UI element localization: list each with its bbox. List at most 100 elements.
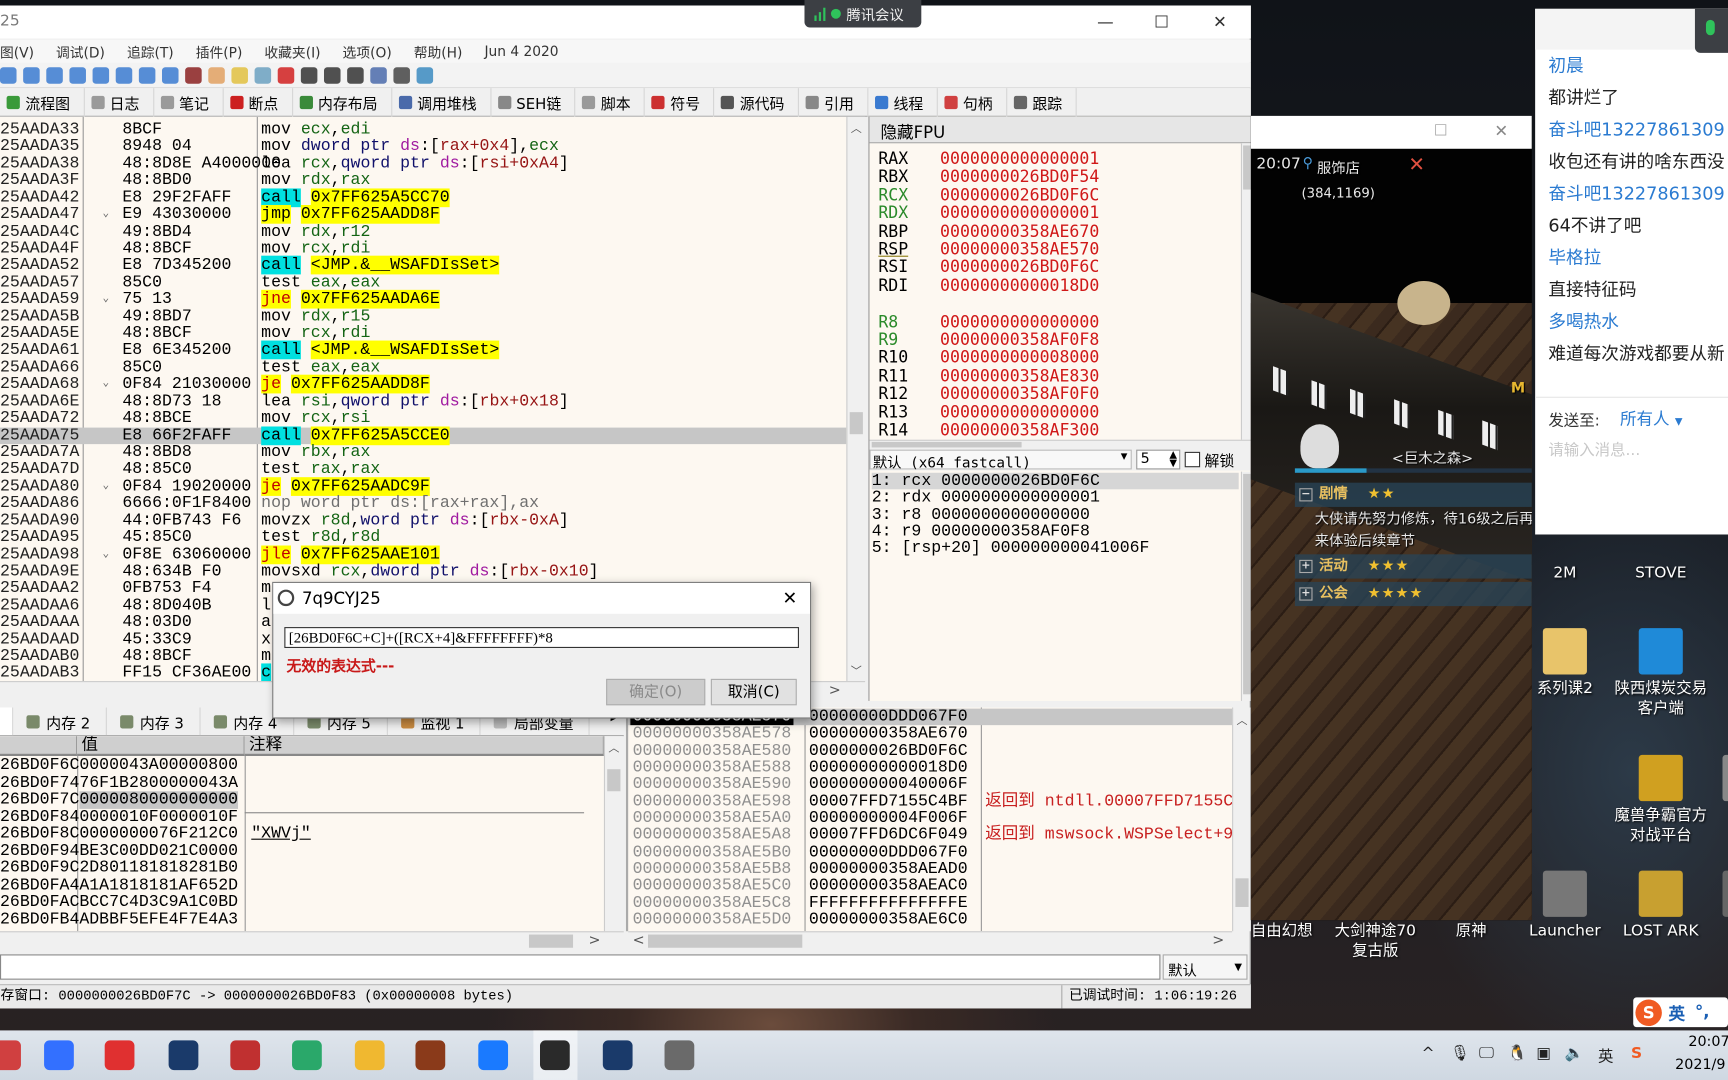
- stack-row[interactable]: 00000000358AE5D0 00000000358AE6C0: [628, 911, 1232, 928]
- desktop-icon[interactable]: 自由幻想: [1234, 871, 1329, 942]
- clock-date[interactable]: 2021/9: [1675, 1057, 1725, 1074]
- spinner-arrows-icon[interactable]: ▲ ▼: [1169, 450, 1177, 469]
- minimap-toggle[interactable]: M: [1511, 380, 1525, 397]
- ok-button[interactable]: 确定(O): [606, 678, 706, 706]
- register-value[interactable]: 00000000358AF300: [940, 420, 1099, 440]
- calling-convention-select[interactable]: 默认 (x64 fastcall) ▼: [869, 449, 1132, 472]
- register-row[interactable]: R9 00000000358AF0F8: [878, 330, 1099, 350]
- taskbar-button[interactable]: [98, 1030, 142, 1080]
- disasm-row[interactable]: 25AADA95 45:85C0 test r8d,r8d: [0, 529, 846, 546]
- taskbar-button[interactable]: [37, 1030, 81, 1080]
- expand-icon[interactable]: +: [1299, 559, 1313, 574]
- register-row[interactable]: R11 00000000358AE830: [878, 366, 1099, 386]
- register-value[interactable]: 00000000000018D0: [940, 275, 1099, 295]
- register-row[interactable]: RSP 00000000358AE570: [878, 240, 1099, 259]
- desktop-icon[interactable]: 成: [1697, 754, 1728, 826]
- argument-row[interactable]: 2: rdx 0000000000000001: [872, 490, 1239, 507]
- menu-item[interactable]: 插件(P): [196, 41, 243, 62]
- register-row[interactable]: R8 0000000000000000: [878, 312, 1099, 331]
- chat-sender[interactable]: 多喝热水: [1548, 306, 1619, 332]
- taskbar-button[interactable]: [533, 1030, 578, 1080]
- font-icon[interactable]: [347, 66, 364, 84]
- desktop-icon[interactable]: LOST ARK: [1613, 870, 1708, 942]
- disasm-row[interactable]: 25AADA42 E8 29F2FAFF call 0x7FF625A5CC70: [0, 188, 846, 207]
- menu-item[interactable]: 调试(D): [56, 41, 105, 62]
- dump-row[interactable]: 26BD0F74 76F1B2800000043A: [0, 774, 604, 791]
- disasm-row[interactable]: 25AADA9E 48:634B F0 movsxd rcx,dword ptr d…: [0, 563, 846, 580]
- taskbar-button[interactable]: [658, 1030, 702, 1080]
- disasm-row[interactable]: 25AADA98 ⌄ 0F8E 63060000 jle 0x7FF625AAE101: [0, 544, 846, 564]
- network-icon[interactable]: 🖵: [1479, 1045, 1494, 1063]
- menu-item[interactable]: 图(V): [0, 41, 34, 62]
- tab-seh[interactable]: SEH链: [491, 88, 576, 117]
- chat-sender[interactable]: 初晨: [1548, 51, 1583, 77]
- maximize-button[interactable]: ☐: [1434, 122, 1448, 140]
- disasm-row[interactable]: 25AADA52 E8 7D345200 call <JMP.&__WSAFDIsS…: [0, 256, 846, 275]
- stack-row[interactable]: 00000000358AE5A8 00007FFD6DC6F049 返回到 msws…: [628, 826, 1233, 843]
- memory-dump-view[interactable]: 值 注释 26BD0F6C 0000043A00000800 26BD0F74 76F…: [0, 736, 604, 932]
- battery-icon[interactable]: ▣: [1536, 1045, 1551, 1063]
- sogou-icon[interactable]: S: [1631, 1045, 1642, 1063]
- scroll-thumb[interactable]: [849, 412, 863, 435]
- taskbar-button[interactable]: [472, 1030, 516, 1080]
- register-row[interactable]: RSI 0000000026BD0F6C: [878, 257, 1099, 277]
- register-row[interactable]: RDX 0000000000000001: [878, 204, 1099, 223]
- register-value[interactable]: 0000000000000001: [940, 149, 1099, 169]
- hash-icon[interactable]: [323, 66, 341, 84]
- character-avatar[interactable]: [1300, 424, 1339, 469]
- help-icon[interactable]: [416, 66, 434, 84]
- script-icon[interactable]: [185, 66, 202, 84]
- close-button[interactable]: ✕: [1494, 121, 1508, 141]
- register-value[interactable]: 0000000000008000: [940, 348, 1099, 368]
- bookmark-icon[interactable]: [277, 66, 295, 84]
- tab-memory-map[interactable]: 内存布局: [293, 88, 392, 117]
- dump-row[interactable]: 26BD0F8C 0000000076F212C0 "XWVj": [0, 825, 604, 842]
- tab-call-stack[interactable]: 调用堆栈: [392, 88, 491, 117]
- menu-item[interactable]: 追踪(T): [127, 41, 174, 62]
- register-value[interactable]: 0000000000000000: [940, 402, 1099, 422]
- taskbar-button[interactable]: [285, 1030, 329, 1080]
- dump-row[interactable]: 26BD0F94 BE3C00DD021C0000: [0, 843, 604, 860]
- register-row[interactable]: R13 0000000000000000: [878, 402, 1099, 422]
- close-button[interactable]: ✕: [1209, 12, 1231, 32]
- dump-row[interactable]: 26BD0FAC BCC7C4D3C9A1C0BD: [0, 894, 604, 911]
- register-value[interactable]: 00000000358AE830: [940, 366, 1099, 386]
- disasm-row[interactable]: 25AADA7D 48:85C0 test rax,rax: [0, 461, 846, 478]
- tab-内存3[interactable]: 内存 3: [107, 707, 201, 736]
- minimap[interactable]: [1397, 281, 1451, 326]
- desktop-icon[interactable]: 2M: [1518, 512, 1613, 583]
- argument-count-spinner[interactable]: 5 ▲ ▼: [1136, 449, 1181, 470]
- stack-view[interactable]: 00000000358AE57000000000DDD067F000000000…: [625, 707, 1233, 932]
- disasm-row[interactable]: 25AADA72 48:8BCE mov rcx,rsi: [0, 410, 846, 427]
- desktop-icon[interactable]: 陕西煤炭交易客户端: [1613, 628, 1708, 718]
- scroll-right-icon[interactable]: >: [829, 682, 841, 699]
- quest-row[interactable]: + 活动 ★★★: [1294, 554, 1532, 579]
- stack-row[interactable]: 00000000358AE5A0 00000000004F006F: [628, 810, 1232, 827]
- disasm-row[interactable]: 25AADA3F 48:8BD0 mov rdx,rax: [0, 172, 846, 189]
- microphone-icon[interactable]: 🎙: [1450, 1045, 1470, 1063]
- disasm-row[interactable]: 25AADA6E 48:8D73 18 lea rsi,qword ptr ds:[…: [0, 393, 846, 410]
- tab-script[interactable]: 脚本: [576, 88, 645, 117]
- disasm-row[interactable]: 25AADA90 44:0FB743 F6 movzx r8d,word ptr d…: [0, 512, 846, 529]
- scroll-right-icon[interactable]: >: [1212, 932, 1224, 949]
- register-row[interactable]: RDI 00000000000018D0: [878, 275, 1099, 295]
- hide-fpu-toggle[interactable]: 隐藏FPU: [869, 116, 1252, 144]
- unlock-checkbox[interactable]: [1184, 451, 1201, 468]
- disasm-row[interactable]: 25AADA5B 49:8BD7 mov rdx,r15: [0, 308, 846, 325]
- taskbar-button[interactable]: [409, 1030, 453, 1080]
- register-value[interactable]: 0000000026BD0F6C: [940, 257, 1099, 277]
- expression-input[interactable]: [26BD0F6C+C]+([RCX+4]&FFFFFFFF)*8: [284, 627, 799, 648]
- dump-row[interactable]: 26BD0F7C 0000080000000000: [0, 791, 604, 809]
- ime-punct[interactable]: °,: [1695, 1002, 1710, 1022]
- collapse-icon[interactable]: −: [1299, 488, 1313, 502]
- disasm-row[interactable]: 25AADA4F 48:8BCF mov rcx,rdi: [0, 240, 846, 257]
- disasm-row[interactable]: 25AADA59 ⌄ 75 13 jne 0x7FF625AADA6E: [0, 290, 846, 309]
- ime-toolbar[interactable]: S 英 °,: [1633, 997, 1728, 1028]
- register-row[interactable]: RBP 00000000358AE670: [878, 222, 1099, 241]
- disasm-row[interactable]: 25AADA7A 48:8BD8 mov rbx,rax: [0, 444, 846, 461]
- qq-icon[interactable]: 🐧: [1508, 1045, 1527, 1063]
- desktop-icon[interactable]: 魔兽争霸官方对战平台: [1613, 754, 1708, 845]
- register-value[interactable]: 00000000358AF0F8: [940, 330, 1099, 350]
- scroll-down-icon[interactable]: ﹀: [851, 661, 862, 678]
- desktop-icon[interactable]: EL: [1697, 870, 1728, 942]
